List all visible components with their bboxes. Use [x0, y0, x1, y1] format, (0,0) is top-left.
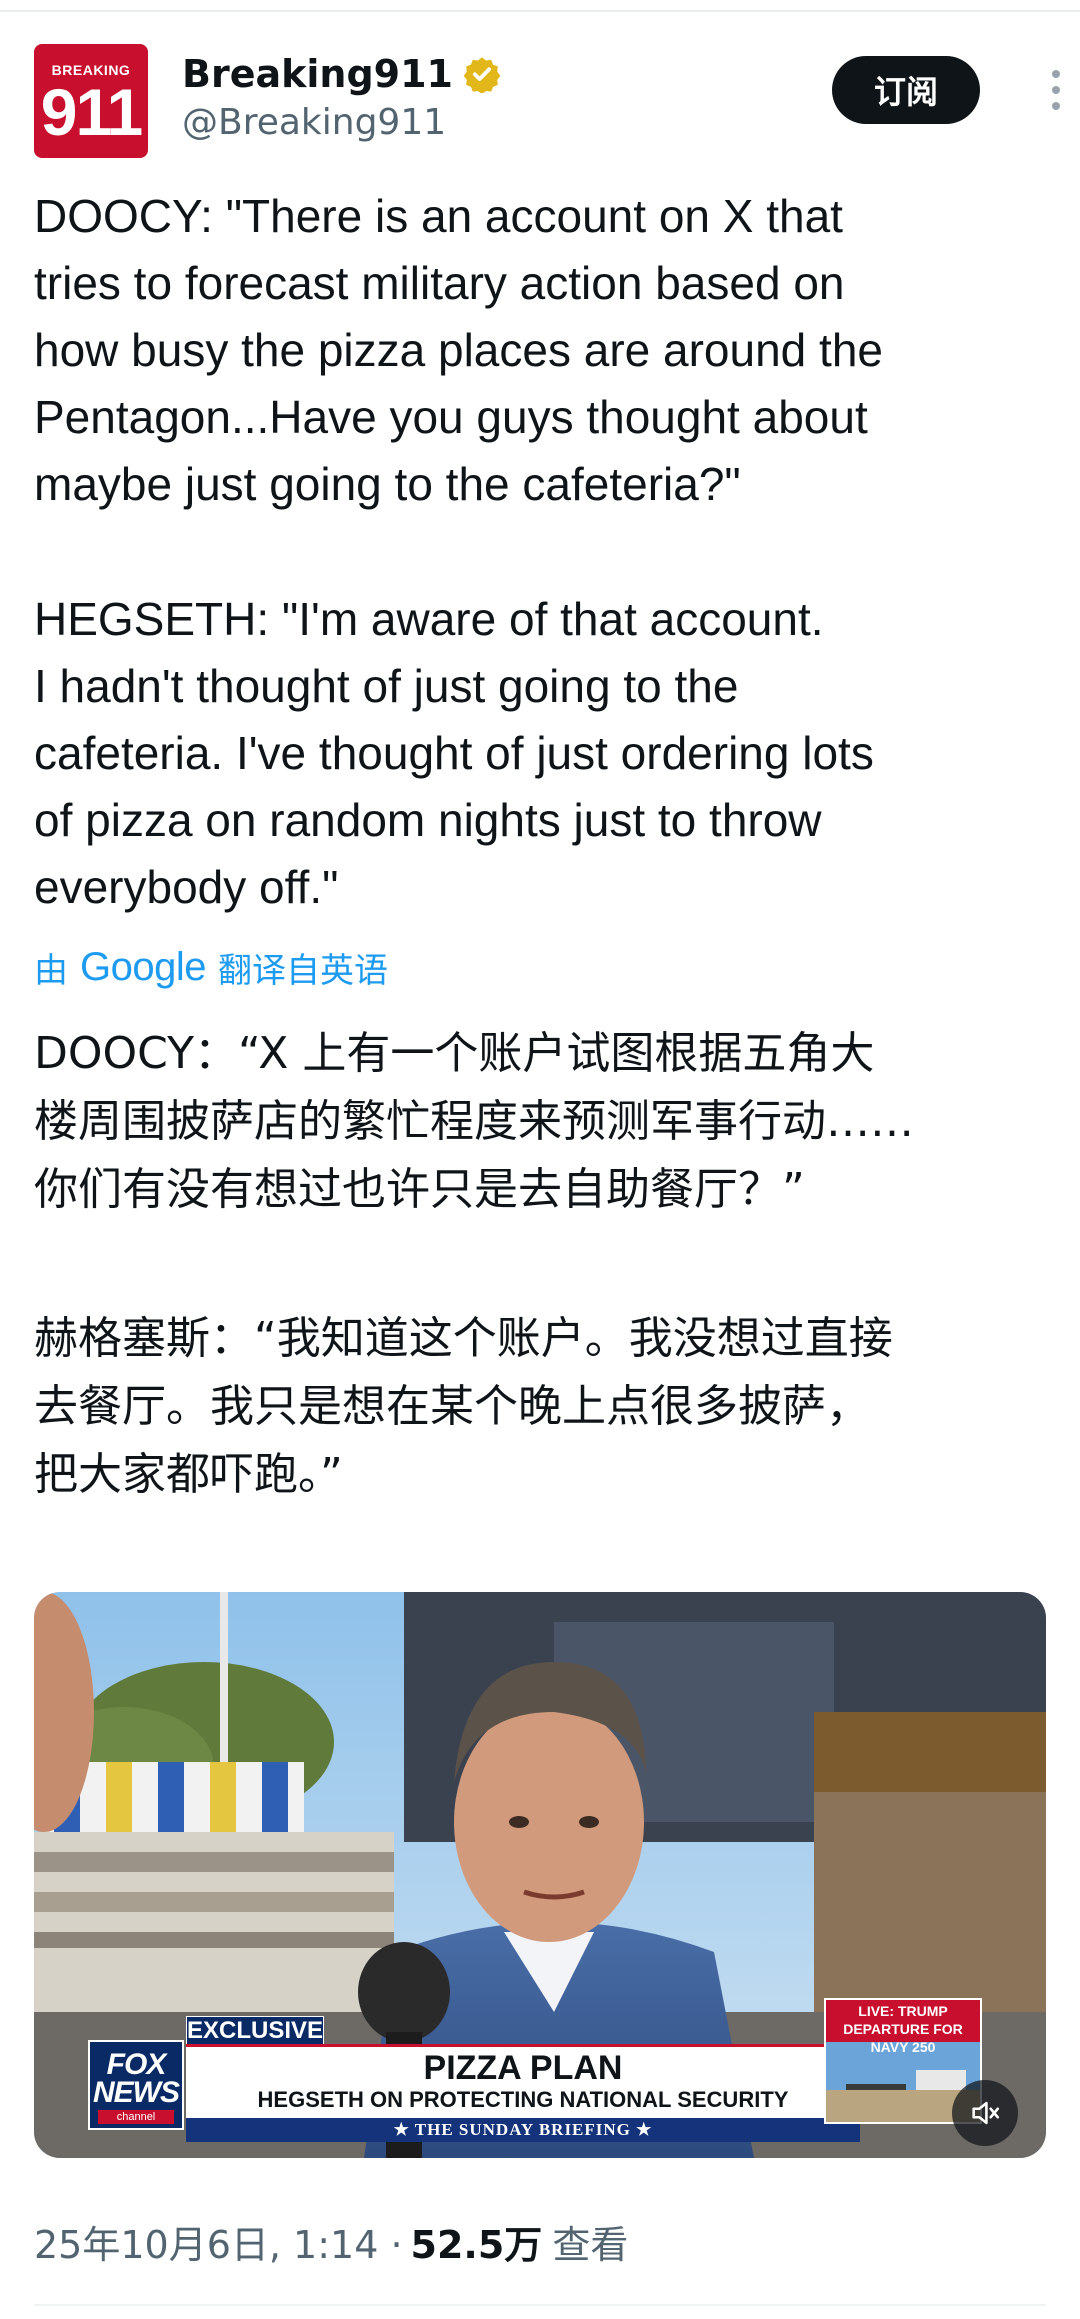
post-text-line: of pizza on random nights just to throw — [34, 794, 822, 846]
post-meta: 25年10月6日, 1:14 · 52.5万 查看 — [34, 2214, 628, 2269]
translated-paragraph-1: DOOCY：“X 上有一个账户试图根据五角大 楼周围披萨店的繁忙程度来预测军事行… — [34, 1020, 1054, 1224]
translated-line: 你们有没有想过也许只是去自助餐厅？” — [34, 1164, 805, 1215]
translated-line: 赫格塞斯：“我知道这个账户。我没想过直接 — [34, 1313, 893, 1364]
translate-suffix: 翻译自英语 — [217, 950, 388, 991]
post-text-paragraph-2: HEGSETH: "I'm aware of that account. I h… — [34, 586, 1046, 921]
name-row[interactable]: Breaking911 — [182, 50, 501, 98]
post-text-line: HEGSETH: "I'm aware of that account. — [34, 593, 824, 645]
post-text-line: cafeteria. I've thought of just ordering… — [34, 727, 874, 779]
translated-line: 把大家都吓跑。” — [34, 1449, 343, 1500]
post-text-line: DOOCY: "There is an account on X that — [34, 190, 843, 242]
translate-link[interactable]: 由 Google 翻译自英语 — [34, 940, 388, 994]
post-text-paragraph-1: DOOCY: "There is an account on X that tr… — [34, 183, 1046, 518]
translated-line: 去餐厅。我只是想在某个晚上点很多披萨， — [34, 1381, 870, 1432]
fox-news-logo: FOX NEWS channel — [88, 2040, 184, 2130]
exclusive-tag: EXCLUSIVE — [186, 2016, 324, 2046]
post-header: BREAKING 911 Breaking911 @Breaking911 订阅 — [34, 44, 1060, 164]
speaker-muted-icon — [972, 2101, 1000, 2125]
display-name[interactable]: Breaking911 — [182, 52, 453, 96]
translate-prefix: 由 — [34, 950, 68, 991]
more-options-icon[interactable] — [1044, 70, 1068, 118]
chyron-headline: PIZZA PLAN — [423, 2049, 623, 2087]
post-text-line: I hadn't thought of just going to the — [34, 660, 739, 712]
translated-line: 楼周围披萨店的繁忙程度来预测军事行动…… — [34, 1096, 914, 1147]
post-text-line: how busy the pizza places are around the — [34, 324, 883, 376]
subscribe-button[interactable]: 订阅 — [832, 56, 980, 124]
account-handle[interactable]: @Breaking911 — [182, 102, 446, 143]
lower-third: PIZZA PLAN HEGSETH ON PROTECTING NATIONA… — [186, 2044, 860, 2121]
bottom-divider — [34, 2304, 1046, 2306]
post-text-line: tries to forecast military action based … — [34, 257, 845, 309]
google-logo-text: Google — [80, 944, 206, 989]
translated-paragraph-2: 赫格塞斯：“我知道这个账户。我没想过直接 去餐厅。我只是想在某个晚上点很多披萨，… — [34, 1305, 1054, 1509]
avatar-main-text: 911 — [40, 75, 143, 149]
view-count-label: 查看 — [552, 2223, 629, 2267]
fox-logo-line3: channel — [98, 2110, 174, 2124]
google-logo: Google — [80, 945, 206, 990]
avatar[interactable]: BREAKING 911 — [34, 44, 148, 158]
top-divider — [0, 10, 1080, 12]
view-count: 52.5万 — [410, 2223, 543, 2267]
post-text-line: maybe just going to the cafeteria?" — [34, 458, 741, 510]
show-name-strip: ★ THE SUNDAY BRIEFING ★ — [186, 2118, 860, 2142]
post-text-line: Pentagon...Have you guys thought about — [34, 391, 868, 443]
translated-line: DOOCY：“X 上有一个账户试图根据五角大 — [34, 1028, 875, 1079]
chyron-subheadline: HEGSETH ON PROTECTING NATIONAL SECURITY — [257, 2087, 789, 2112]
post-text-line: everybody off." — [34, 861, 339, 913]
post-timestamp[interactable]: 25年10月6日, 1:14 · — [34, 2214, 403, 2269]
video-player[interactable]: EXCLUSIVE PIZZA PLAN HEGSETH ON PROTECTI… — [34, 1592, 1046, 2158]
live-inset-label: LIVE: TRUMP DEPARTURE FOR NAVY 250 — [826, 2000, 980, 2055]
fox-logo-line2: NEWS — [93, 2076, 180, 2109]
mute-button[interactable] — [952, 2080, 1018, 2146]
verified-badge-icon — [463, 57, 501, 93]
